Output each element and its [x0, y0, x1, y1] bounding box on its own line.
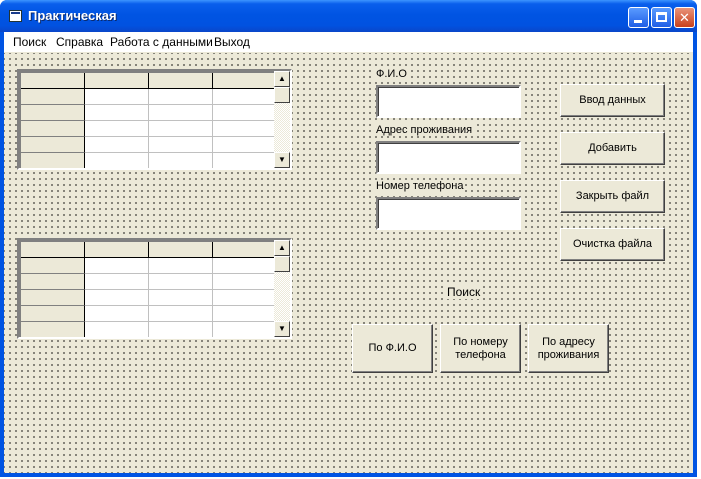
fio-input[interactable]	[376, 85, 521, 118]
address-input[interactable]	[376, 141, 521, 174]
grid-vertical-scrollbar[interactable]: ▲ ▼	[274, 240, 290, 337]
grid-header-cell[interactable]	[85, 242, 149, 258]
grid-cell[interactable]	[149, 258, 213, 274]
grid-cell[interactable]	[85, 290, 149, 306]
grid-cell[interactable]	[149, 121, 213, 137]
scroll-up-button[interactable]: ▲	[274, 71, 290, 87]
grid-row-header[interactable]	[21, 137, 85, 153]
search-by-address-button[interactable]: По адресу проживания	[528, 324, 609, 373]
app-window: Практическая ✕ Поиск Справка Работа с да…	[0, 0, 697, 477]
scroll-up-button[interactable]: ▲	[274, 240, 290, 256]
grid-cells	[21, 242, 279, 337]
grid-header-cell[interactable]	[21, 73, 85, 89]
grid-vertical-scrollbar[interactable]: ▲ ▼	[274, 71, 290, 168]
add-button[interactable]: Добавить	[560, 132, 665, 165]
grid-row-header[interactable]	[21, 121, 85, 137]
grid-cell[interactable]	[149, 306, 213, 322]
grid-cell[interactable]	[85, 153, 149, 168]
scroll-track[interactable]	[274, 103, 290, 152]
search-label: Поиск	[446, 285, 482, 299]
search-by-phone-button[interactable]: По номеру телефона	[440, 324, 521, 373]
scroll-track[interactable]	[274, 272, 290, 321]
grid-cell[interactable]	[213, 137, 279, 153]
app-icon[interactable]	[9, 10, 22, 22]
grid-cell[interactable]	[85, 258, 149, 274]
grid-cell[interactable]	[213, 258, 279, 274]
close-icon: ✕	[679, 10, 690, 25]
grid-cell[interactable]	[149, 274, 213, 290]
maximize-icon	[656, 12, 667, 22]
close-file-button[interactable]: Закрыть файл	[560, 180, 665, 213]
scroll-down-icon: ▼	[278, 155, 286, 164]
grid-header-cell[interactable]	[213, 73, 279, 89]
grid-cell[interactable]	[149, 322, 213, 337]
grid-cell[interactable]	[213, 274, 279, 290]
grid-cell[interactable]	[149, 137, 213, 153]
grid-row-header[interactable]	[21, 290, 85, 306]
scroll-thumb[interactable]	[274, 256, 290, 272]
title-bar[interactable]: Практическая ✕	[0, 0, 697, 32]
grid-cell[interactable]	[149, 153, 213, 168]
grid-cell[interactable]	[85, 105, 149, 121]
grid-cell[interactable]	[213, 105, 279, 121]
grid-header-cell[interactable]	[149, 242, 213, 258]
menu-item-search[interactable]: Поиск	[13, 35, 46, 49]
grid-row-header[interactable]	[21, 89, 85, 105]
grid-row-header[interactable]	[21, 258, 85, 274]
grid-cell[interactable]	[149, 89, 213, 105]
grid-cell[interactable]	[85, 306, 149, 322]
form-canvas: ▲ ▼ ▲ ▼ Ф.И.О Адрес проживания Номер тел…	[4, 53, 693, 473]
grid-row-header[interactable]	[21, 306, 85, 322]
scroll-down-button[interactable]: ▼	[274, 321, 290, 337]
data-grid-top[interactable]: ▲ ▼	[17, 69, 292, 170]
phone-input[interactable]	[376, 197, 521, 230]
grid-cell[interactable]	[213, 121, 279, 137]
grid-header-cell[interactable]	[85, 73, 149, 89]
grid-cell[interactable]	[213, 89, 279, 105]
menu-item-help[interactable]: Справка	[56, 35, 103, 49]
grid-cell[interactable]	[85, 89, 149, 105]
grid-cell[interactable]	[213, 290, 279, 306]
scroll-down-icon: ▼	[278, 324, 286, 333]
client-area: Поиск Справка Работа с данными Выход ▲ ▼	[4, 32, 693, 473]
grid-cells	[21, 73, 279, 168]
grid-cell[interactable]	[149, 290, 213, 306]
grid-row-header[interactable]	[21, 105, 85, 121]
grid-row-header[interactable]	[21, 153, 85, 168]
search-by-fio-button[interactable]: По Ф.И.О	[352, 324, 433, 373]
phone-label: Номер телефона	[375, 180, 465, 192]
clear-file-button[interactable]: Очистка файла	[560, 228, 665, 261]
menu-item-exit[interactable]: Выход	[214, 35, 250, 49]
grid-header-cell[interactable]	[21, 242, 85, 258]
grid-cell[interactable]	[85, 274, 149, 290]
menu-bar: Поиск Справка Работа с данными Выход	[4, 32, 693, 52]
grid-cell[interactable]	[85, 137, 149, 153]
grid-cell[interactable]	[213, 306, 279, 322]
scroll-down-button[interactable]: ▼	[274, 152, 290, 168]
grid-cell[interactable]	[85, 322, 149, 337]
minimize-button[interactable]	[628, 7, 649, 28]
grid-cell[interactable]	[149, 105, 213, 121]
grid-row-header[interactable]	[21, 322, 85, 337]
grid-cell[interactable]	[213, 153, 279, 168]
scroll-up-icon: ▲	[278, 243, 286, 252]
maximize-button[interactable]	[651, 7, 672, 28]
minimize-icon	[634, 20, 642, 23]
close-button[interactable]: ✕	[674, 7, 695, 28]
scroll-thumb[interactable]	[274, 87, 290, 103]
address-label: Адрес проживания	[375, 124, 474, 136]
grid-row-header[interactable]	[21, 274, 85, 290]
grid-cell[interactable]	[213, 322, 279, 337]
window-title: Практическая	[28, 8, 117, 23]
grid-header-cell[interactable]	[149, 73, 213, 89]
fio-label: Ф.И.О	[375, 68, 408, 80]
menu-item-data[interactable]: Работа с данными	[110, 35, 213, 49]
grid-header-cell[interactable]	[213, 242, 279, 258]
input-data-button[interactable]: Ввод данных	[560, 84, 665, 117]
data-grid-bottom[interactable]: ▲ ▼	[17, 238, 292, 339]
grid-cell[interactable]	[85, 121, 149, 137]
scroll-up-icon: ▲	[278, 74, 286, 83]
